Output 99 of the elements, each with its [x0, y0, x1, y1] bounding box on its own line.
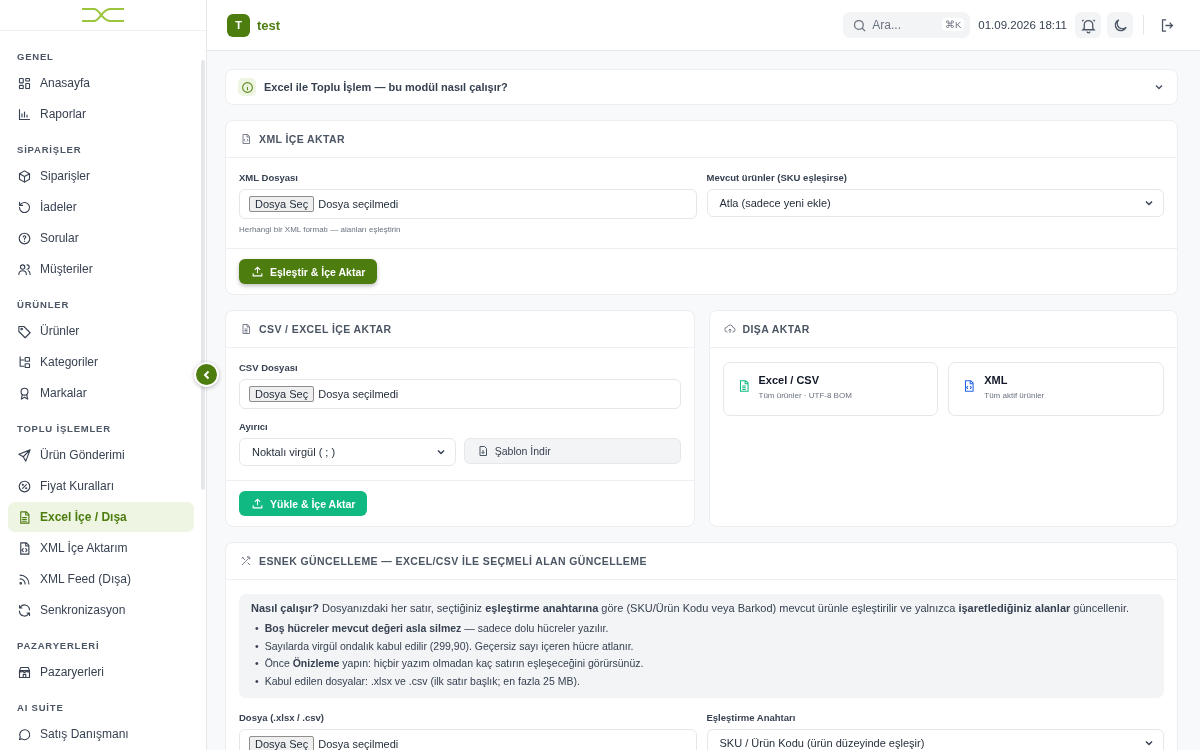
- file-icon: [240, 133, 252, 145]
- field-label: Eşleştirme Anahtarı: [706, 712, 797, 723]
- nav-icon: [17, 168, 32, 184]
- nav-icon: [17, 540, 32, 556]
- user-avatar[interactable]: T: [227, 13, 250, 37]
- template-download-button[interactable]: Şablon İndir: [463, 438, 681, 464]
- nav-item[interactable]: Raporlar: [8, 99, 194, 129]
- panel-title: ESNEK GÜNCELLEME — EXCEL/CSV İLE SEÇMELİ ALAN GÜNCELLEME: [259, 555, 647, 567]
- cloud-upload-icon: [723, 323, 736, 335]
- notifications-button[interactable]: [1075, 12, 1101, 38]
- field-label: XML Dosyası: [239, 172, 299, 183]
- nav-icon: [17, 106, 32, 122]
- file-input[interactable]: Dosya Seç Dosya seçilmedi: [239, 189, 697, 219]
- choose-file-button[interactable]: Dosya Seç: [249, 196, 315, 212]
- section-title: PAZARYERLERİ: [16, 639, 101, 653]
- nav-icon: [17, 447, 32, 463]
- collapse-button[interactable]: [194, 362, 219, 387]
- section-title: GENEL: [16, 50, 55, 64]
- info-bar[interactable]: Excel ile Toplu İşlem — bu modül nasıl çalışır?: [225, 69, 1178, 105]
- nav-icon: [17, 199, 32, 215]
- help-bullet: Önce Önizleme yapın: hiçbir yazım olmadan kaç satırın eşleşeceğini görürsünüz.: [264, 656, 644, 671]
- panel-title: XML İÇE AKTAR: [259, 133, 346, 145]
- help-text: Nasıl çalışır? Dosyanızdaki her satır, seçtiğiniz eşleştirme anahtarına göre (SKU/Ürün Kodu veya Barkod) mevcut ürünle eşleştirilir ve yalnızca işaretlediğiniz alanlar güncellenir.: [251, 602, 1130, 614]
- field-label: CSV Dosyası: [239, 362, 299, 373]
- help-bullet: Kabul edilen dosyalar: .xlsx ve .csv (ilk satır başlık; en fazla 25 MB).: [264, 673, 580, 689]
- option-title: XML: [984, 374, 1009, 386]
- help-bullet: Boş hücreler mevcut değeri asla silmez — sadece dolu hücreler yazılır.: [264, 621, 609, 636]
- nav-icon: [17, 354, 32, 370]
- section-title: TOPLU İŞLEMLER: [16, 422, 112, 436]
- nav-item[interactable]: Anasayfa: [8, 68, 194, 98]
- field-label: Dosya (.xlsx / .csv): [239, 712, 326, 723]
- match-import-button[interactable]: Eşleştir & İçe Aktar: [239, 259, 378, 284]
- nav-icon: [17, 478, 32, 494]
- panel-title: DIŞA AKTAR: [742, 323, 810, 335]
- chevron-left-icon: [201, 369, 212, 380]
- nav-icon: [17, 602, 32, 618]
- nav-item[interactable]: Senkronizasyon: [8, 595, 194, 625]
- nav-item[interactable]: Excel İçe / Dışa: [8, 502, 194, 532]
- download-file-icon: [476, 445, 489, 457]
- option-subtitle: Tüm aktif ürünler: [984, 391, 1045, 400]
- file-status: Dosya seçilmedi: [318, 198, 399, 210]
- nav-item[interactable]: Fiyat Kuralları: [8, 471, 194, 501]
- nav-icon: [17, 323, 32, 339]
- file-status: Dosya seçilmedi: [318, 388, 399, 400]
- nav-icon: [17, 726, 32, 742]
- nav-item[interactable]: Kategoriler: [8, 347, 194, 377]
- match-key-select[interactable]: SKU / Ürün Kodu (ürün düzeyinde eşleşir): [706, 729, 1164, 750]
- nav-item[interactable]: Pazaryerleri: [8, 657, 194, 687]
- nav-item[interactable]: Markalar: [8, 378, 194, 408]
- info-text: Excel ile Toplu İşlem — bu modül nasıl çalışır?: [264, 81, 509, 93]
- nav-icon: [17, 230, 32, 246]
- option-title: Excel / CSV: [758, 374, 821, 386]
- nav-icon: [17, 75, 32, 91]
- nav-item[interactable]: Ürünler: [8, 316, 194, 346]
- file-input[interactable]: Dosya Seç Dosya seçilmedi: [239, 379, 681, 409]
- choose-file-button[interactable]: Dosya Seç: [249, 386, 315, 402]
- logo-icon: [80, 7, 126, 23]
- separator-select[interactable]: Noktalı virgül ( ; ): [239, 438, 456, 466]
- export-option[interactable]: Excel / CSV Tüm ürünler · UTF-8 BOM: [722, 362, 939, 416]
- nav-icon: [17, 509, 32, 525]
- file-status: Dosya seçilmedi: [318, 738, 399, 750]
- field-hint: Herhangi bir XML formatı — alanları eşleştirin: [239, 225, 402, 234]
- section-title: ÜRÜNLER: [16, 298, 71, 312]
- bullet-mark: •: [255, 673, 259, 689]
- nav-icon: [17, 385, 32, 401]
- export-option[interactable]: XML Tüm aktif ürünler: [948, 362, 1164, 416]
- upload-icon: [251, 497, 264, 510]
- nav-item[interactable]: Siparişler: [8, 161, 194, 191]
- search-icon: [852, 17, 868, 33]
- upload-icon: [251, 265, 264, 278]
- nav-item[interactable]: Sorular: [8, 223, 194, 253]
- option-subtitle: Tüm ürünler · UTF-8 BOM: [758, 391, 852, 400]
- bullet-mark: •: [255, 621, 259, 636]
- file-icon: [240, 323, 252, 335]
- nav-item[interactable]: XML Feed (Dışa): [8, 564, 194, 594]
- bullet-mark: •: [255, 638, 259, 654]
- section-title: AI SUİTE: [16, 701, 65, 715]
- nav-item[interactable]: Ürün Gönderimi: [8, 440, 194, 470]
- nav-item[interactable]: Müşteriler: [8, 254, 194, 284]
- choose-file-button[interactable]: Dosya Seç: [249, 736, 315, 750]
- existing-products-select[interactable]: Atla (sadece yeni ekle): [706, 189, 1164, 217]
- nav-item[interactable]: İadeler: [8, 192, 194, 222]
- bullet-mark: •: [255, 656, 259, 671]
- date-time: 01.09.2026 18:11: [978, 19, 1067, 31]
- panel-title: CSV / EXCEL İÇE AKTAR: [259, 323, 392, 335]
- section-title: SİPARİŞLER: [16, 143, 83, 157]
- theme-button[interactable]: [1107, 12, 1133, 38]
- user-name: test: [257, 17, 281, 33]
- field-label: Mevcut ürünler (SKU eşleşirse): [706, 172, 848, 183]
- field-label: Ayırıcı: [239, 421, 269, 432]
- code-file-icon: [962, 379, 977, 393]
- info-icon: [238, 78, 256, 96]
- nav-item[interactable]: XML İçe Aktarım: [8, 533, 194, 563]
- nav-icon: [17, 664, 32, 680]
- tools-icon: [240, 555, 252, 567]
- help-bullet: Sayılarda virgül ondalık kabul edilir (299,90). Geçersiz sayı içeren hücre atlanır.: [264, 638, 634, 654]
- nav-icon: [17, 261, 32, 277]
- nav-item[interactable]: Satış Danışmanı: [8, 719, 194, 749]
- file-input[interactable]: Dosya Seç Dosya seçilmedi: [239, 729, 697, 750]
